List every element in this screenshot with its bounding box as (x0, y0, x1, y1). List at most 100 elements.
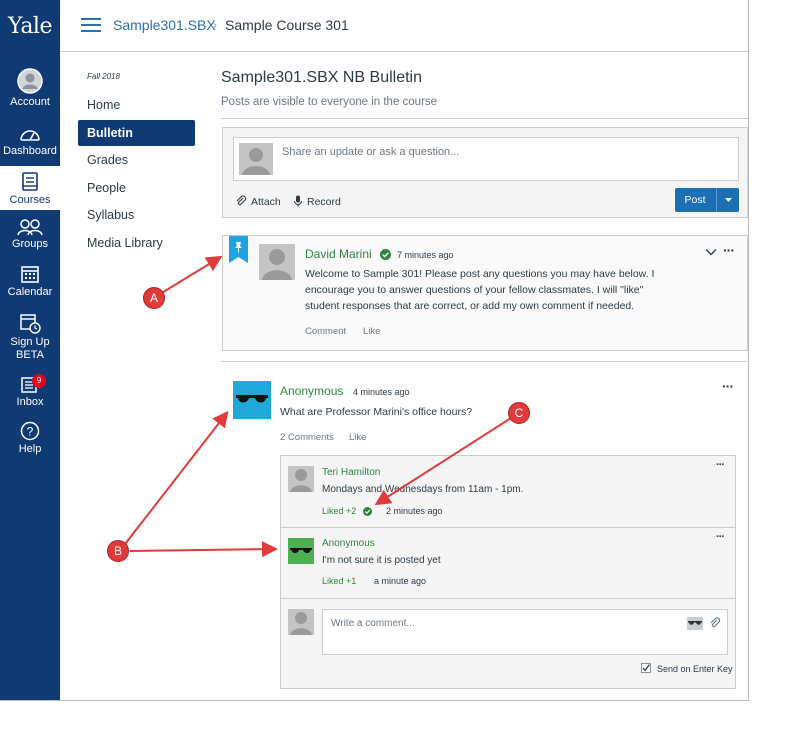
nav-signup-label: Sign Up (10, 336, 50, 348)
post-body-line: encourage you to answer questions of you… (305, 284, 644, 296)
nav-help[interactable]: ? Help (0, 421, 60, 456)
pinned-post: David Marini 7 minutes ago ··· Welcome t… (222, 235, 748, 351)
comment-time: a minute ago (374, 576, 427, 586)
composer-placeholder: Share an update or ask a question... (282, 146, 460, 158)
liked-count[interactable]: Liked +1 (322, 576, 356, 586)
comment-divider (281, 598, 735, 599)
title-divider (221, 118, 748, 119)
signup-calendar-clock-icon (20, 314, 41, 334)
post-button-group: Post (675, 188, 739, 212)
paperclip-icon (236, 195, 247, 206)
course-header: Sample301.SBX › Sample Course 301 (60, 0, 748, 52)
nav-inbox-label: Inbox (16, 396, 44, 408)
question-author[interactable]: Anonymous (280, 384, 343, 398)
composer-avatar (239, 143, 273, 175)
term-label: Fall 2018 (87, 72, 120, 81)
inbox-unread-badge: 9 (32, 374, 46, 388)
nav-calendar-label: Calendar (7, 286, 53, 298)
post-more-menu-icon[interactable]: ··· (723, 242, 735, 258)
commenter-name[interactable]: Anonymous (322, 538, 375, 549)
breadcrumb-course-name: Sample Course 301 (225, 17, 349, 33)
global-navigation: Yale Account Dashboard Courses Groups Ca… (0, 0, 60, 700)
course-nav-home[interactable]: Home (78, 92, 195, 118)
verified-check-icon (380, 249, 391, 260)
like-action[interactable]: Like (363, 326, 380, 337)
course-nav-syllabus[interactable]: Syllabus (78, 202, 195, 228)
comments-thread: Teri Hamilton ··· Mondays and Wednesdays… (280, 455, 736, 689)
paperclip-icon[interactable] (709, 617, 721, 629)
comment-divider (281, 527, 735, 528)
account-icon (17, 68, 43, 94)
comment-more-menu-icon[interactable]: ··· (716, 459, 725, 471)
nav-dashboard-label: Dashboard (3, 145, 57, 157)
attach-button[interactable]: Attach (235, 195, 281, 208)
send-on-enter-label: Send on Enter Key (657, 664, 733, 674)
canvas-window: Yale Account Dashboard Courses Groups Ca… (0, 0, 749, 701)
microphone-icon (294, 195, 302, 207)
comments-count-toggle[interactable]: 2 Comments (280, 432, 334, 443)
nav-account[interactable]: Account (0, 68, 60, 109)
callout-c: C (508, 402, 530, 424)
commenter-name[interactable]: Teri Hamilton (322, 467, 380, 478)
comment-input[interactable]: Write a comment... (322, 609, 728, 655)
anonymous-avatar-icon (233, 381, 271, 419)
breadcrumb-course-code[interactable]: Sample301.SBX (113, 17, 216, 33)
nav-signup[interactable]: Sign Up BETA (0, 312, 60, 362)
anonymous-toggle-icon[interactable] (687, 617, 703, 630)
question-body: What are Professor Marini's office hours… (280, 406, 473, 418)
calendar-icon (21, 266, 39, 283)
liked-count[interactable]: Liked +2 (322, 506, 356, 516)
nav-courses[interactable]: Courses (0, 166, 60, 210)
comment-time: 2 minutes ago (386, 506, 443, 516)
attach-label: Attach (251, 196, 281, 208)
breadcrumb-separator: › (213, 18, 217, 32)
page-title: Sample301.SBX NB Bulletin (221, 69, 422, 86)
nav-calendar[interactable]: Calendar (0, 264, 60, 299)
commenter-avatar[interactable] (288, 466, 314, 492)
pin-bookmark-icon[interactable] (229, 236, 248, 263)
post-composer: Share an update or ask a question... Att… (222, 127, 748, 218)
course-nav-grades[interactable]: Grades (78, 147, 195, 173)
composer-input[interactable]: Share an update or ask a question... (233, 137, 739, 181)
post-author[interactable]: David Marini (305, 247, 372, 261)
post-divider (221, 361, 747, 362)
comment-more-menu-icon[interactable]: ··· (716, 531, 725, 543)
post-button[interactable]: Post (675, 188, 715, 212)
post-body: Welcome to Sample 301! Please post any q… (305, 266, 725, 314)
author-avatar[interactable] (259, 244, 295, 280)
nav-account-label: Account (10, 96, 50, 108)
nav-signup-beta: BETA (16, 349, 44, 361)
question-like-action[interactable]: Like (349, 432, 366, 443)
dashboard-icon (20, 130, 40, 141)
instructor-liked-check-icon (363, 507, 372, 516)
chevron-down-icon[interactable] (705, 248, 717, 256)
nav-groups[interactable]: Groups (0, 218, 60, 251)
caret-down-icon (725, 198, 732, 202)
course-nav-media-library[interactable]: Media Library (78, 230, 195, 256)
course-nav-people[interactable]: People (78, 175, 195, 201)
groups-icon (17, 219, 43, 236)
my-avatar (288, 609, 314, 635)
yale-logo[interactable]: Yale (0, 14, 60, 39)
post-options-button[interactable] (716, 188, 739, 212)
nav-help-label: Help (18, 443, 42, 455)
comment-action[interactable]: Comment (305, 326, 346, 337)
record-button[interactable]: Record (293, 195, 341, 208)
callout-a: A (143, 287, 165, 309)
nav-groups-label: Groups (11, 238, 49, 250)
question-more-menu-icon[interactable]: ··· (722, 378, 734, 394)
post-body-line: student responses that are correct, or a… (305, 300, 635, 312)
help-icon: ? (20, 421, 40, 441)
comment-text: Mondays and Wednesdays from 11am - 1pm. (322, 484, 524, 495)
comment-placeholder: Write a comment... (331, 618, 415, 629)
nav-courses-label: Courses (9, 194, 51, 206)
nav-inbox[interactable]: 9 Inbox (0, 374, 60, 409)
comment-text: I'm not sure it is posted yet (322, 555, 441, 566)
courses-icon (22, 172, 38, 191)
hamburger-menu-icon[interactable] (81, 18, 101, 32)
course-nav-bulletin[interactable]: Bulletin (78, 120, 195, 146)
nav-dashboard[interactable]: Dashboard (0, 125, 60, 158)
callout-b: B (107, 540, 129, 562)
post-time: 7 minutes ago (397, 250, 454, 260)
send-on-enter-checkbox[interactable] (641, 663, 651, 673)
